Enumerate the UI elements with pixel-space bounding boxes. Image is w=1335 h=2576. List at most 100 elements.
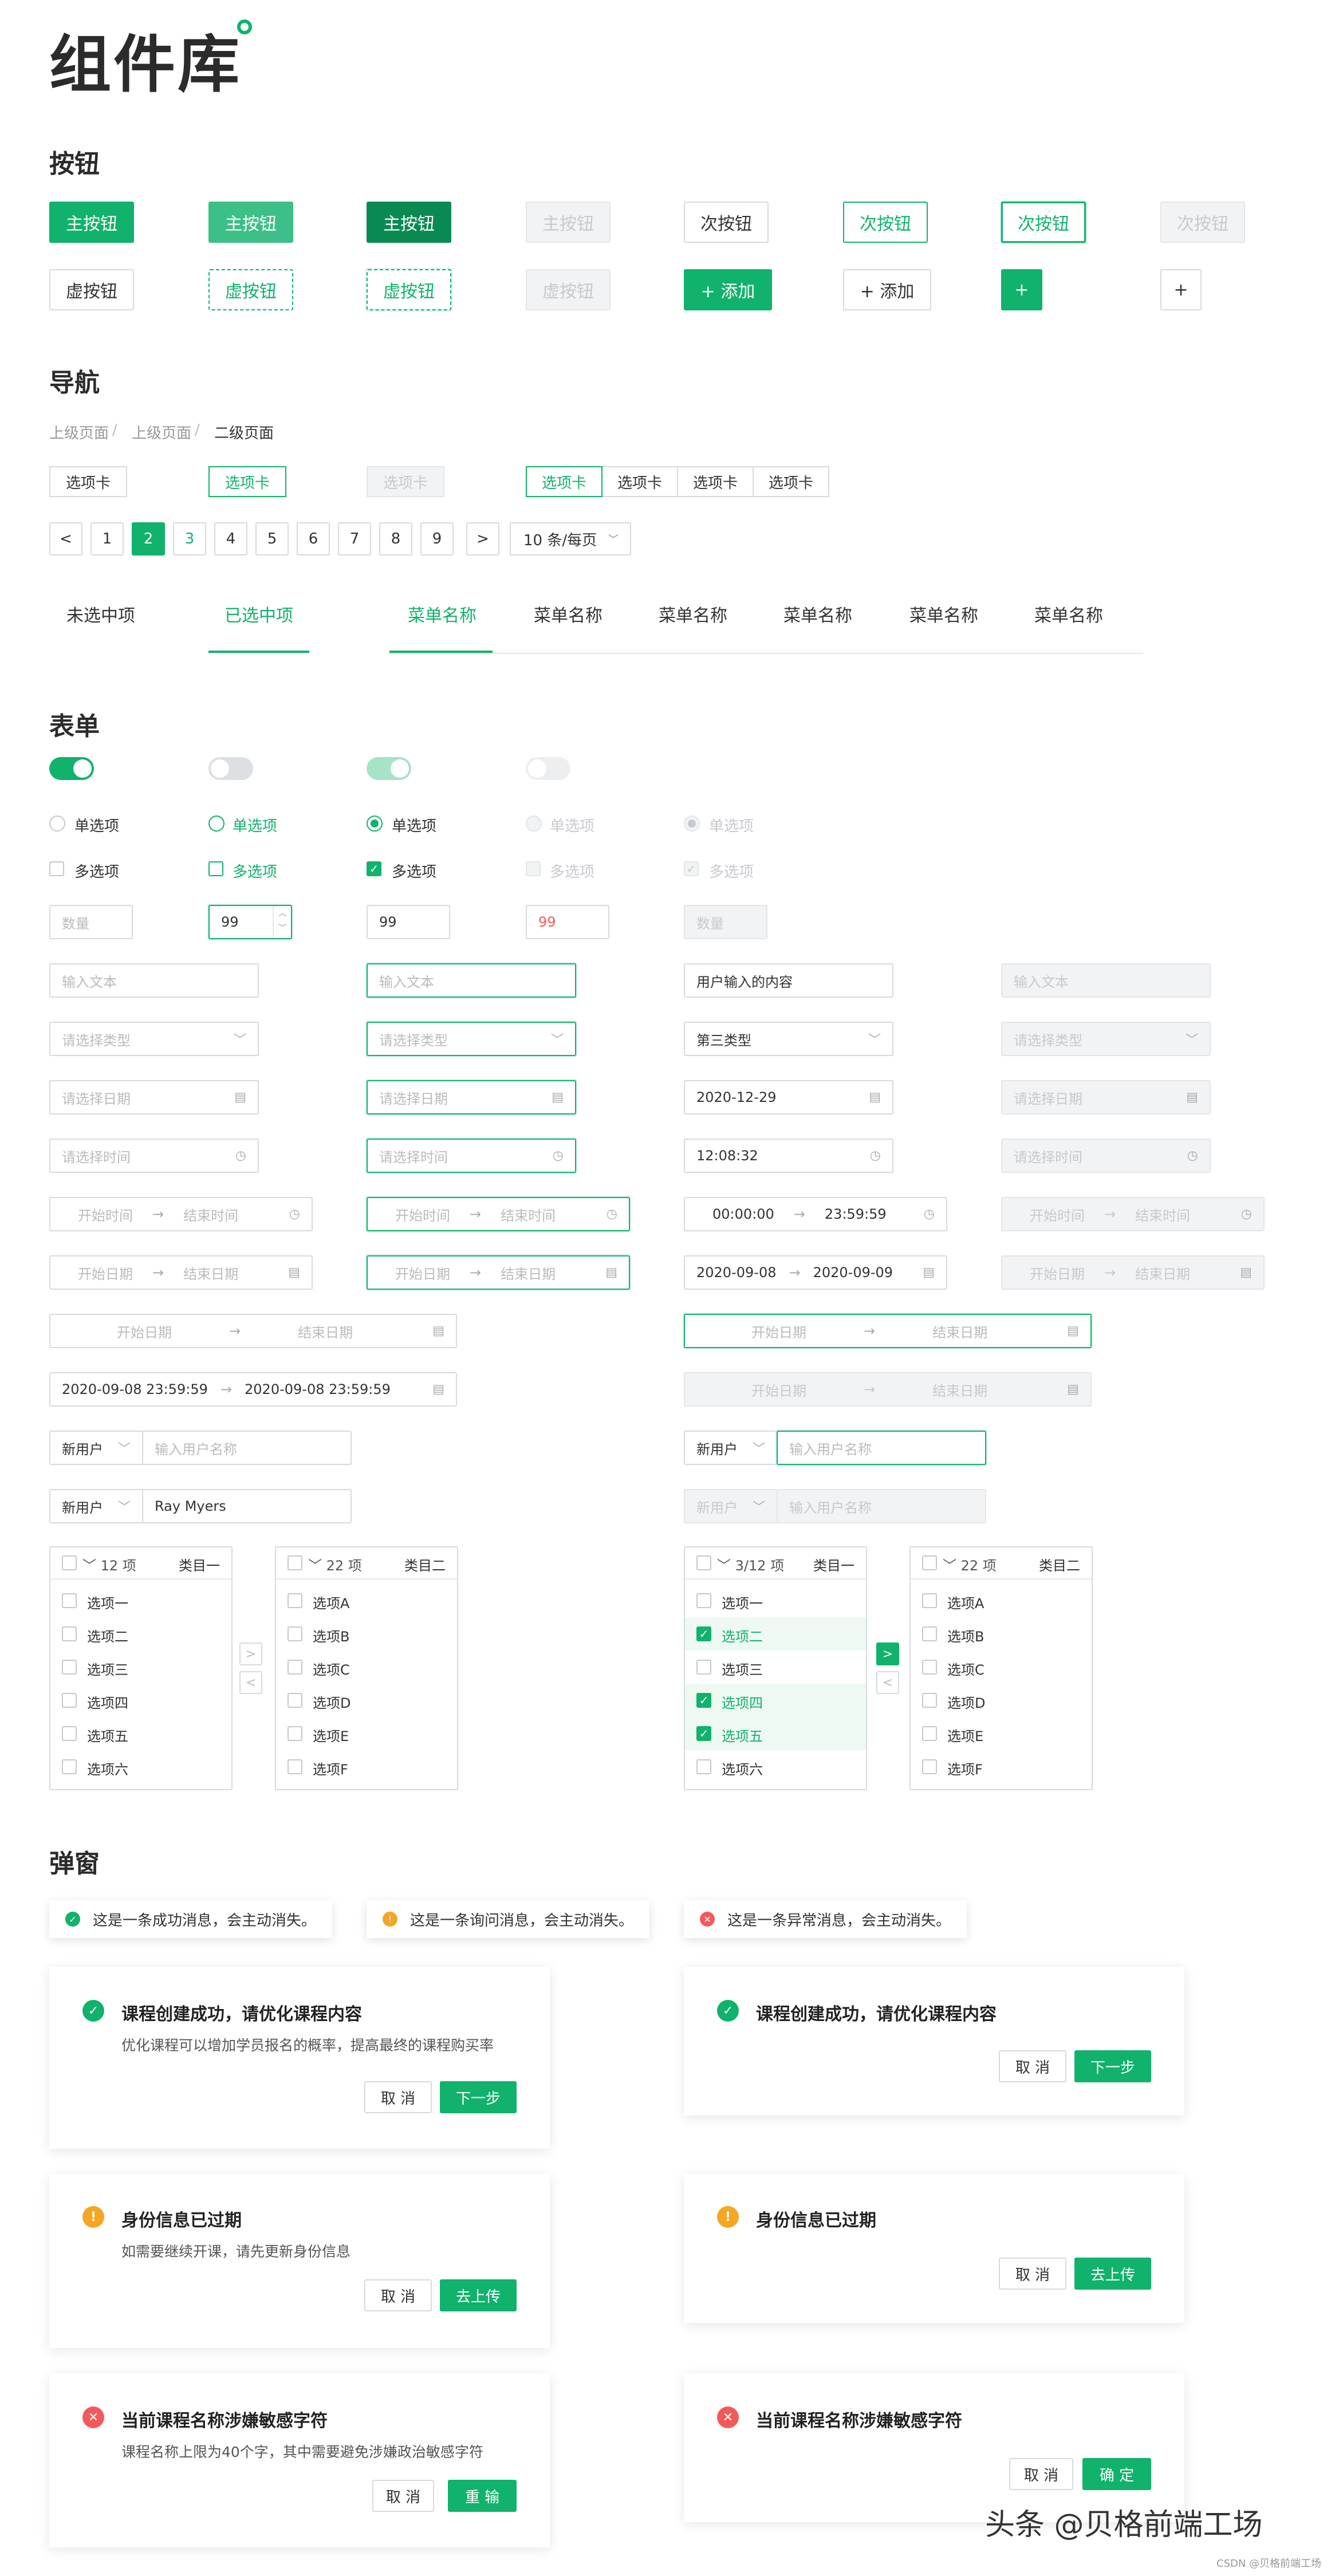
number-input-filled[interactable]: 99 [367, 905, 450, 939]
tab-group-item[interactable]: 选项卡 [677, 466, 754, 497]
cancel-button[interactable]: 取 消 [1009, 2458, 1073, 2490]
secondary-button-hover[interactable]: 次按钮 [843, 202, 928, 243]
upload-button[interactable]: 去上传 [1074, 2258, 1151, 2290]
next-button[interactable]: 下一步 [440, 2081, 517, 2113]
dashed-button-active[interactable]: 虚按钮 [367, 269, 451, 310]
pagination-prev-icon[interactable]: < [49, 522, 82, 556]
datetime-range-picker[interactable]: 开始日期 → 结束日期 ▤ [49, 1314, 457, 1348]
switch-off[interactable] [208, 757, 253, 780]
cancel-button[interactable]: 取 消 [364, 2081, 432, 2113]
datetime-range-picker-disabled[interactable]: 开始日期 → 结束日期 ▤ [684, 1372, 1092, 1407]
username-input-disabled[interactable]: 输入用户名称 [777, 1489, 986, 1523]
list-item[interactable]: 选项三 [50, 1651, 231, 1684]
tab-single-selected[interactable]: 选项卡 [208, 466, 286, 497]
list-item-checked[interactable]: ✓ 选项四 [685, 1684, 866, 1717]
checkbox-hover[interactable] [208, 861, 223, 876]
dashed-button-hover[interactable]: 虚按钮 [208, 269, 293, 310]
type-select-focused[interactable]: 请选择类型 ﹀ [367, 1022, 576, 1056]
list-item[interactable]: 选项C [911, 1651, 1092, 1684]
secondary-button[interactable]: 次按钮 [684, 202, 769, 243]
list-item[interactable]: 选项四 [50, 1684, 231, 1717]
list-item[interactable]: 选项D [276, 1684, 457, 1717]
transfer-left-icon[interactable]: < [876, 1671, 899, 1694]
breadcrumb-item[interactable]: 上级页面 [49, 422, 109, 443]
list-item[interactable]: 选项A [276, 1584, 457, 1617]
next-button[interactable]: 下一步 [1074, 2050, 1151, 2082]
pagination-page[interactable]: 3 [173, 522, 206, 556]
text-input[interactable]: 输入文本 [49, 963, 259, 998]
transfer-right-icon[interactable]: > [239, 1643, 262, 1665]
menu-item[interactable]: 菜单名称 [534, 601, 602, 627]
user-type-select[interactable]: 新用户 ﹀ [49, 1431, 143, 1465]
switch-off-disabled[interactable] [526, 757, 570, 780]
time-range-picker-disabled[interactable]: 开始时间 → 结束时间 ◷ [1001, 1197, 1265, 1231]
list-item[interactable]: 选项B [276, 1617, 457, 1651]
tab-group-selected[interactable]: 选项卡 [526, 466, 602, 497]
list-item[interactable]: 选项F [276, 1750, 457, 1783]
radio-checked[interactable] [367, 816, 383, 832]
list-item[interactable]: 选项E [911, 1717, 1092, 1750]
list-item[interactable]: 选项F [911, 1750, 1092, 1783]
username-input-focused[interactable]: 输入用户名称 [777, 1431, 986, 1465]
list-item-checked[interactable]: ✓ 选项二 [685, 1617, 866, 1651]
datetime-range-picker-focused[interactable]: 开始日期 → 结束日期 ▤ [684, 1314, 1092, 1348]
add-button-outline[interactable]: + 添加 [843, 269, 931, 310]
date-picker[interactable]: 请选择日期 ▤ [49, 1080, 259, 1114]
username-input[interactable]: 输入用户名称 [142, 1431, 352, 1465]
list-item[interactable]: 选项二 [50, 1617, 231, 1651]
checkbox-unchecked[interactable] [49, 861, 64, 876]
radio-disabled[interactable] [526, 816, 542, 832]
text-input-focused[interactable]: 输入文本 [367, 963, 576, 998]
list-item[interactable]: 选项一 [50, 1584, 231, 1617]
pagination-page[interactable]: 1 [90, 522, 124, 556]
secondary-button-disabled[interactable]: 次按钮 [1160, 202, 1245, 243]
select-all-checkbox[interactable] [288, 1555, 302, 1570]
time-picker[interactable]: 请选择时间 ◷ [49, 1139, 259, 1173]
dashed-button[interactable]: 虚按钮 [49, 269, 134, 310]
time-picker-filled[interactable]: 12:08:32 ◷ [684, 1139, 893, 1173]
time-picker-disabled[interactable]: 请选择时间 ◷ [1001, 1139, 1211, 1173]
type-select[interactable]: 请选择类型 ﹀ [49, 1022, 259, 1056]
list-item[interactable]: 选项五 [50, 1717, 231, 1750]
switch-on[interactable] [49, 757, 94, 780]
date-range-picker-filled[interactable]: 2020-09-08 → 2020-09-09 ▤ [684, 1255, 947, 1290]
secondary-button-active[interactable]: 次按钮 [1001, 202, 1086, 243]
menu-item[interactable]: 菜单名称 [909, 601, 978, 627]
list-item[interactable]: 选项一 [685, 1584, 866, 1617]
menu-item[interactable]: 未选中项 [66, 601, 135, 627]
number-input-focused[interactable]: 99 ︿ ﹀ [208, 905, 292, 939]
confirm-button[interactable]: 确 定 [1082, 2458, 1151, 2490]
cancel-button[interactable]: 取 消 [364, 2279, 432, 2311]
list-item[interactable]: 选项三 [685, 1651, 866, 1684]
breadcrumb-item[interactable]: 上级页面 [132, 422, 191, 443]
cancel-button[interactable]: 取 消 [372, 2480, 434, 2512]
user-type-select[interactable]: 新用户 ﹀ [49, 1489, 143, 1523]
add-button-primary[interactable]: + 添加 [684, 269, 772, 310]
plus-icon-button-primary[interactable]: + [1001, 269, 1042, 310]
transfer-right-icon-active[interactable]: > [876, 1643, 899, 1665]
radio-hover[interactable] [208, 816, 225, 832]
date-picker-filled[interactable]: 2020-12-29 ▤ [684, 1080, 893, 1114]
checkbox-checked[interactable]: ✓ [367, 861, 381, 876]
list-item-checked[interactable]: ✓ 选项五 [685, 1717, 866, 1750]
radio-checked-disabled[interactable] [684, 816, 700, 832]
number-input-disabled[interactable]: 数量 [684, 905, 767, 939]
list-item[interactable]: 选项六 [50, 1750, 231, 1783]
number-input[interactable]: 数量 [49, 905, 133, 939]
checkbox-disabled[interactable] [526, 861, 541, 876]
pagination-next-icon[interactable]: > [466, 522, 499, 556]
date-range-picker-disabled[interactable]: 开始日期 → 结束日期 ▤ [1001, 1255, 1265, 1290]
pagination-page[interactable]: 4 [214, 522, 247, 556]
list-item[interactable]: 选项六 [685, 1750, 866, 1783]
user-type-select-disabled[interactable]: 新用户 ﹀ [684, 1489, 778, 1523]
primary-button-disabled[interactable]: 主按钮 [526, 202, 611, 243]
upload-button[interactable]: 去上传 [440, 2279, 517, 2311]
time-range-picker-focused[interactable]: 开始时间 → 结束时间 ◷ [367, 1197, 630, 1231]
list-item[interactable]: 选项E [276, 1717, 457, 1750]
checkbox-checked-disabled[interactable]: ✓ [684, 861, 699, 876]
list-item[interactable]: 选项B [911, 1617, 1092, 1651]
menu-item[interactable]: 菜单名称 [783, 601, 852, 627]
pagination-page[interactable]: 6 [297, 522, 330, 556]
time-range-picker[interactable]: 开始时间 → 结束时间 ◷ [49, 1197, 313, 1231]
switch-on-disabled[interactable] [367, 757, 411, 780]
